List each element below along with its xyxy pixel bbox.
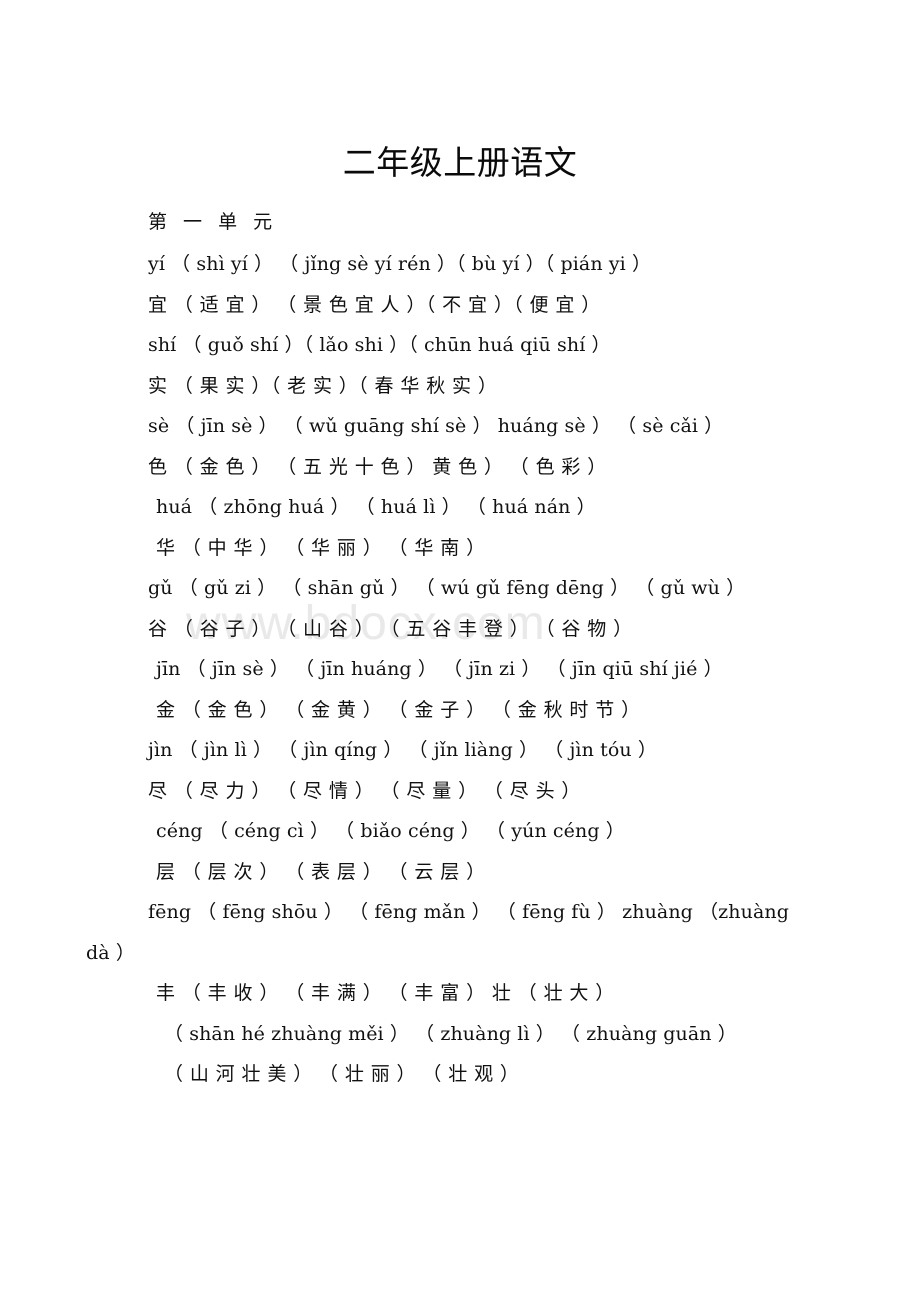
hanzi-line: （ 山 河 壮 美 ） （ 壮 丽 ） （ 壮 观 ） xyxy=(164,1063,520,1085)
pinyin-line: yí （ shì yí ） （ jǐng sè yí rén ）（ bù yí … xyxy=(148,253,652,275)
hanzi-line: 华 （ 中 华 ） （ 华 丽 ） （ 华 南 ） xyxy=(156,536,486,559)
pinyin-line: （ shān hé zhuàng měi ） （ zhuàng lì ） （ z… xyxy=(164,1022,737,1045)
hanzi-line: 谷 （ 谷 子 ） （ 山 谷 ） （ 五 谷 丰 登 ） （ 谷 物 ） xyxy=(148,617,633,640)
document-content: 二年级上册语文 第 一 单 元 yí （ shì yí ） （ jǐng sè … xyxy=(0,0,920,1106)
document-body: 第 一 单 元 yí （ shì yí ） （ jǐng sè yí rén ）… xyxy=(0,179,920,1084)
pinyin-line: jìn （ jìn lì ） （ jìn qíng ） （ jǐn liàng … xyxy=(148,739,657,761)
pinyin-line: gǔ （ gǔ zi ） （ shān gǔ ） （ wú gǔ fēng dē… xyxy=(148,577,746,599)
hanzi-line: 尽 （ 尽 力 ） （ 尽 情 ） （ 尽 量 ） （ 尽 头 ） xyxy=(148,779,581,802)
document-page: www.bdocx.com 二年级上册语文 第 一 单 元 yí （ shì y… xyxy=(0,0,920,1302)
hanzi-line: 色 （ 金 色 ） （ 五 光 十 色 ） 黄 色 ） （ 色 彩 ） xyxy=(148,455,607,478)
hanzi-line: 金 （ 金 色 ） （ 金 黄 ） （ 金 子 ） （ 金 秋 时 节 ） xyxy=(156,698,641,721)
hanzi-line: 层 （ 层 次 ） （ 表 层 ） （ 云 层 ） xyxy=(156,860,486,883)
pinyin-line: shí （ guǒ shí ）（ lǎo shi ）（ chūn huá qiū… xyxy=(148,334,611,356)
pinyin-line: huá （ zhōng huá ） （ huá lì ） （ huá nán ） xyxy=(156,496,596,518)
vocabulary-line-list: yí （ shì yí ） （ jǐng sè yí rén ）（ bù yí … xyxy=(86,253,880,1085)
hanzi-line: 宜 （ 适 宜 ） （ 景 色 宜 人 ）（ 不 宜 ）（ 便 宜 ） xyxy=(148,293,601,316)
page-title: 二年级上册语文 xyxy=(342,143,578,182)
pinyin-line: dà ） xyxy=(86,941,135,964)
pinyin-line: sè （ jīn sè ） （ wǔ guāng shí sè ） huáng … xyxy=(148,415,724,437)
hanzi-line: 丰 （ 丰 收 ） （ 丰 满 ） （ 丰 富 ） 壮 （ 壮 大 ） xyxy=(156,982,615,1004)
pinyin-line: céng （ céng cì ） （ biǎo céng ） （ yún cén… xyxy=(156,820,625,842)
hanzi-line: 实 （ 果 实 ）（ 老 实 ）（ 春 华 秋 实 ） xyxy=(148,374,498,397)
pinyin-line: jīn （ jīn sè ） （ jīn huáng ） （ jīn zi ） … xyxy=(156,658,723,680)
pinyin-line: fēng （ fēng shōu ） （ fēng mǎn ） （ fēng f… xyxy=(148,901,789,923)
unit-heading: 第 一 单 元 xyxy=(148,211,278,233)
